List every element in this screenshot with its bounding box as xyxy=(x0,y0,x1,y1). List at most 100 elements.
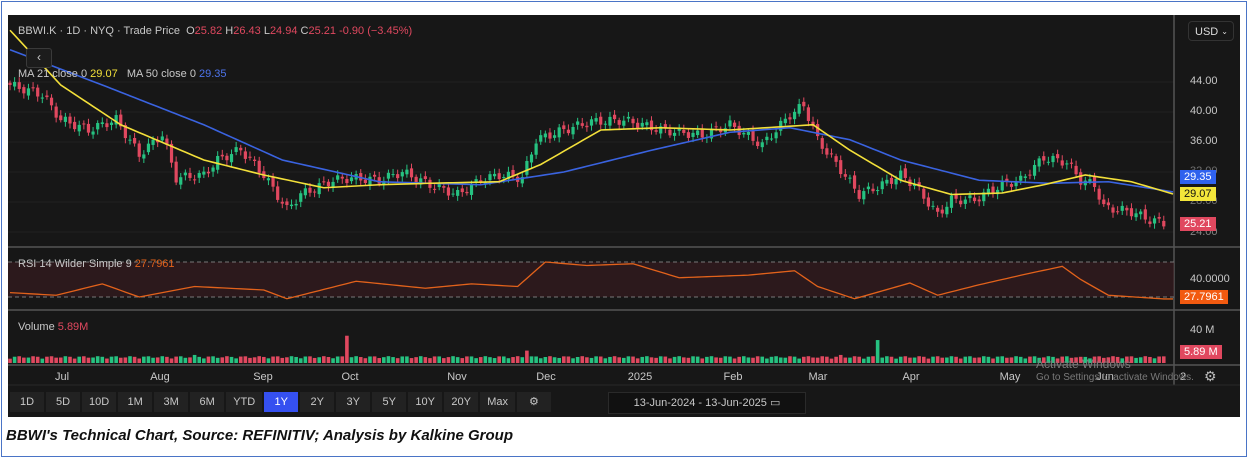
candle-body xyxy=(465,191,469,194)
volume-bar xyxy=(931,356,935,363)
volume-bar xyxy=(215,357,220,363)
chart-window[interactable]: BBWI.K · 1D · NYQ · Trade Price O25.82 H… xyxy=(8,15,1240,417)
currency-select[interactable]: USD ⌄ xyxy=(1188,21,1234,41)
range-button-1y[interactable]: 1Y xyxy=(264,392,299,412)
activate-windows-watermark: Activate Windows Go to Settings to activa… xyxy=(1036,357,1194,385)
last-price-tag: 25.21 xyxy=(1180,217,1216,231)
range-button-1d[interactable]: 1D xyxy=(10,392,44,412)
candle-body xyxy=(959,200,963,205)
candle-body xyxy=(239,147,243,151)
volume-bar xyxy=(866,356,871,363)
range-button-ytd[interactable]: YTD xyxy=(226,392,263,412)
candle-body xyxy=(839,160,843,175)
volume-bar xyxy=(275,356,280,363)
candle-body xyxy=(45,95,49,98)
candle-body xyxy=(432,188,437,190)
range-button-1m[interactable]: 1M xyxy=(118,392,153,412)
volume-bar xyxy=(534,356,538,363)
candle-body xyxy=(151,139,155,145)
volume-bar xyxy=(77,356,82,363)
volume-bar xyxy=(354,356,358,363)
volume-bar xyxy=(460,358,465,363)
candle-body xyxy=(636,122,640,128)
candle-body xyxy=(903,168,907,178)
candle-body xyxy=(299,193,303,202)
range-button-5d[interactable]: 5D xyxy=(46,392,80,412)
range-button-10d[interactable]: 10D xyxy=(82,392,117,412)
volume-bar xyxy=(446,357,451,363)
candle-body xyxy=(599,116,603,125)
volume-bar xyxy=(26,357,31,363)
candle-body xyxy=(543,133,547,138)
chart-settings-gear-icon[interactable]: ⚙ xyxy=(1204,368,1217,385)
range-button-6m[interactable]: 6M xyxy=(190,392,225,412)
volume-bar xyxy=(109,356,114,363)
volume-bar xyxy=(151,357,155,363)
volume-label: Volume xyxy=(18,321,55,333)
candle-body xyxy=(728,120,732,127)
date-range-picker[interactable]: 13-Jun-2024 - 13-Jun-2025 ▭ xyxy=(608,392,806,414)
candle-body xyxy=(280,201,284,204)
rsi-tick: 40.0000 xyxy=(1190,273,1230,285)
volume-bar xyxy=(229,356,234,363)
volume-bar xyxy=(843,357,848,363)
volume-bar xyxy=(469,356,474,363)
range-button-10y[interactable]: 10Y xyxy=(408,392,443,412)
candle-body xyxy=(109,122,114,125)
watermark-subtitle: Go to Settings to activate Windows. xyxy=(1036,372,1194,383)
volume-bar xyxy=(262,356,266,363)
candle-body xyxy=(340,176,344,179)
volume-bar xyxy=(640,356,645,363)
x-axis-label: Jul xyxy=(54,371,70,383)
range-button-20y[interactable]: 20Y xyxy=(444,392,479,412)
candle-body xyxy=(40,97,44,99)
candle-body xyxy=(936,207,940,212)
volume-bar xyxy=(285,357,289,363)
volume-bar xyxy=(718,357,723,363)
volume-bar xyxy=(294,356,298,363)
close-value: 25.21 xyxy=(308,25,337,37)
collapse-legend-button[interactable]: ‹ xyxy=(26,48,52,68)
range-button-2y[interactable]: 2Y xyxy=(300,392,335,412)
candle-body xyxy=(834,156,838,162)
volume-bar xyxy=(672,356,677,363)
price-tick: 44.00 xyxy=(1190,75,1218,87)
x-axis-label: 2025 xyxy=(627,371,653,383)
candle-body xyxy=(469,184,474,195)
candle-body xyxy=(691,132,695,137)
candle-body xyxy=(631,118,635,124)
candle-body xyxy=(645,122,649,126)
candle-body xyxy=(945,206,949,215)
range-settings-gear-icon[interactable]: ⚙ xyxy=(516,392,551,412)
volume-tick: 40 M xyxy=(1190,324,1215,336)
rsi-label: RSI 14 Wilder Simple 9 xyxy=(18,258,132,270)
candle-body xyxy=(294,203,298,206)
volume-bar xyxy=(478,357,483,363)
candle-body xyxy=(73,121,77,130)
candle-body xyxy=(1102,199,1106,205)
range-button-5y[interactable]: 5Y xyxy=(372,392,407,412)
volume-bar xyxy=(238,356,243,363)
volume-bar xyxy=(778,357,783,363)
range-button-3m[interactable]: 3M xyxy=(154,392,189,412)
volume-bar xyxy=(815,357,820,363)
volume-bar xyxy=(432,356,437,363)
ma50-label: MA 50 close 0 xyxy=(126,68,196,80)
volume-bar xyxy=(861,358,866,363)
candle-body xyxy=(188,172,192,178)
candle-body xyxy=(857,190,861,199)
candle-body xyxy=(626,116,631,119)
volume-bar xyxy=(382,357,386,363)
candle-body xyxy=(617,120,621,125)
volume-bar xyxy=(349,357,354,363)
candle-body xyxy=(326,181,331,187)
candle-body xyxy=(225,155,229,161)
volume-bar xyxy=(206,356,211,363)
candle-body xyxy=(414,176,418,183)
candle-body xyxy=(377,177,381,184)
volume-bar xyxy=(645,356,649,363)
volume-bar xyxy=(1023,358,1028,363)
range-button-max[interactable]: Max xyxy=(480,392,515,412)
candle-body xyxy=(557,127,561,138)
range-button-3y[interactable]: 3Y xyxy=(336,392,371,412)
